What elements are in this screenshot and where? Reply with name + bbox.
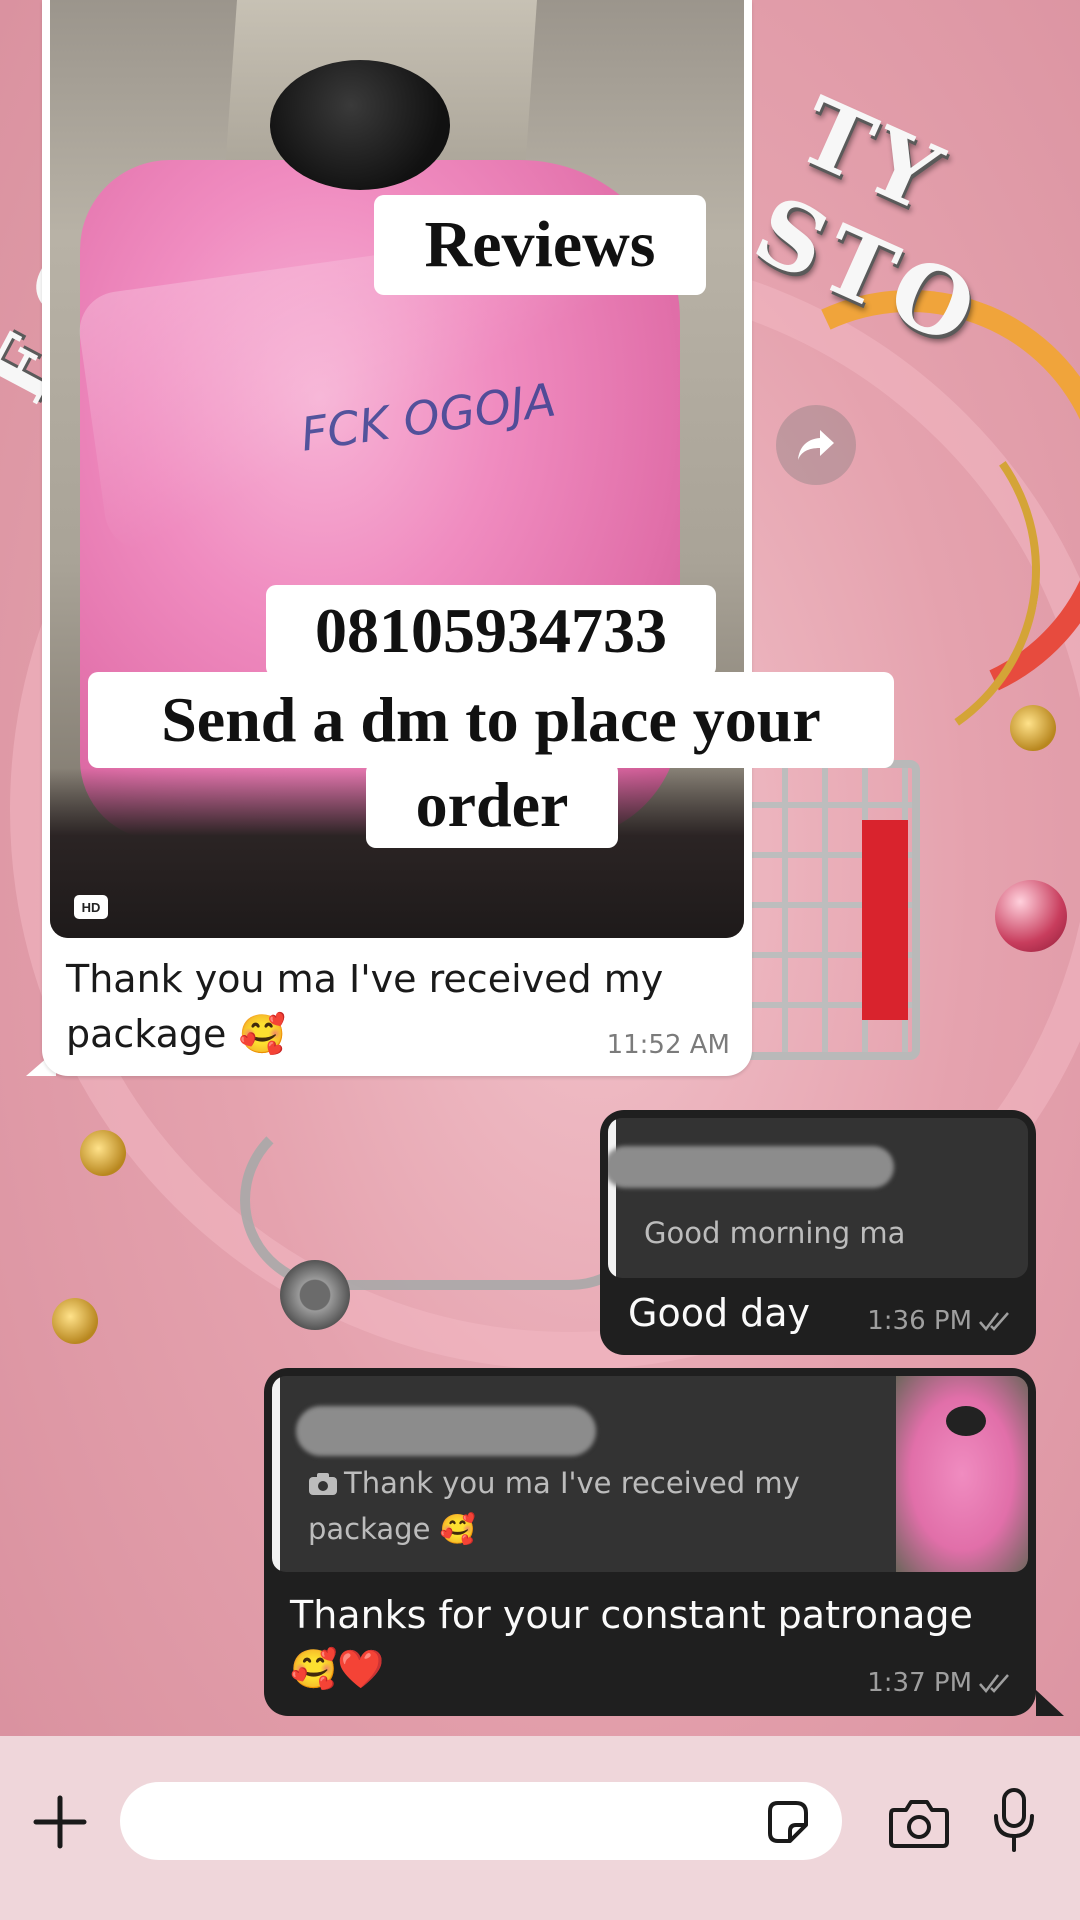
outgoing-message-meta: 1:37 PM	[867, 1668, 1014, 1698]
wallpaper-cart-red-panel	[862, 820, 908, 1020]
quoted-message[interactable]: Thank you ma I've received my package 🥰	[272, 1376, 1028, 1572]
blurred-sender-name	[296, 1406, 596, 1456]
sticker-icon[interactable]	[762, 1797, 812, 1847]
photo-dark-object	[270, 60, 450, 190]
quoted-message-body: Thank you ma I've received my package 🥰	[308, 1460, 888, 1552]
wallpaper-gold-dot	[52, 1298, 98, 1344]
overlay-cta-line2: order	[366, 762, 618, 848]
overlay-title: Reviews	[374, 195, 706, 295]
double-check-icon	[979, 1674, 1009, 1693]
hd-badge: HD	[74, 895, 108, 919]
forward-icon[interactable]	[776, 405, 856, 485]
outgoing-message-bubble[interactable]: Good morning ma Good day 1:36 PM	[600, 1110, 1036, 1355]
camera-icon	[309, 1473, 337, 1495]
message-input[interactable]	[120, 1782, 842, 1860]
outgoing-message-bubble[interactable]: Thank you ma I've received my package 🥰 …	[264, 1368, 1036, 1716]
quoted-message-text: Good morning ma	[644, 1216, 906, 1250]
wallpaper-gold-dot	[80, 1130, 126, 1176]
microphone-icon[interactable]	[990, 1786, 1038, 1856]
quoted-photo-thumbnail	[896, 1376, 1028, 1572]
blurred-sender-name	[608, 1146, 894, 1188]
outgoing-message-time: 1:36 PM	[867, 1306, 972, 1336]
incoming-message-time: 11:52 AM	[606, 1030, 730, 1060]
camera-icon[interactable]	[888, 1794, 950, 1850]
overlay-cta-line1: Send a dm to place your	[88, 672, 894, 768]
wallpaper-gold-dot	[1010, 705, 1056, 751]
double-check-icon	[979, 1312, 1009, 1331]
incoming-message-bubble[interactable]: FCK OGOJA HD Thank you ma I've received …	[42, 0, 752, 1076]
overlay-phone: 08105934733	[266, 585, 716, 677]
wallpaper-cart-wheel	[280, 1260, 350, 1330]
quoted-message[interactable]: Good morning ma	[608, 1118, 1028, 1278]
wallpaper-pink-ball	[995, 880, 1067, 952]
plus-icon[interactable]	[30, 1792, 90, 1852]
outgoing-message-text: Good day	[628, 1291, 811, 1335]
outgoing-message-meta: 1:36 PM	[867, 1306, 1014, 1336]
outgoing-message-time: 1:37 PM	[867, 1668, 972, 1698]
quoted-message-text: Thank you ma I've received my package 🥰	[308, 1466, 800, 1546]
message-composer	[0, 1736, 1080, 1920]
